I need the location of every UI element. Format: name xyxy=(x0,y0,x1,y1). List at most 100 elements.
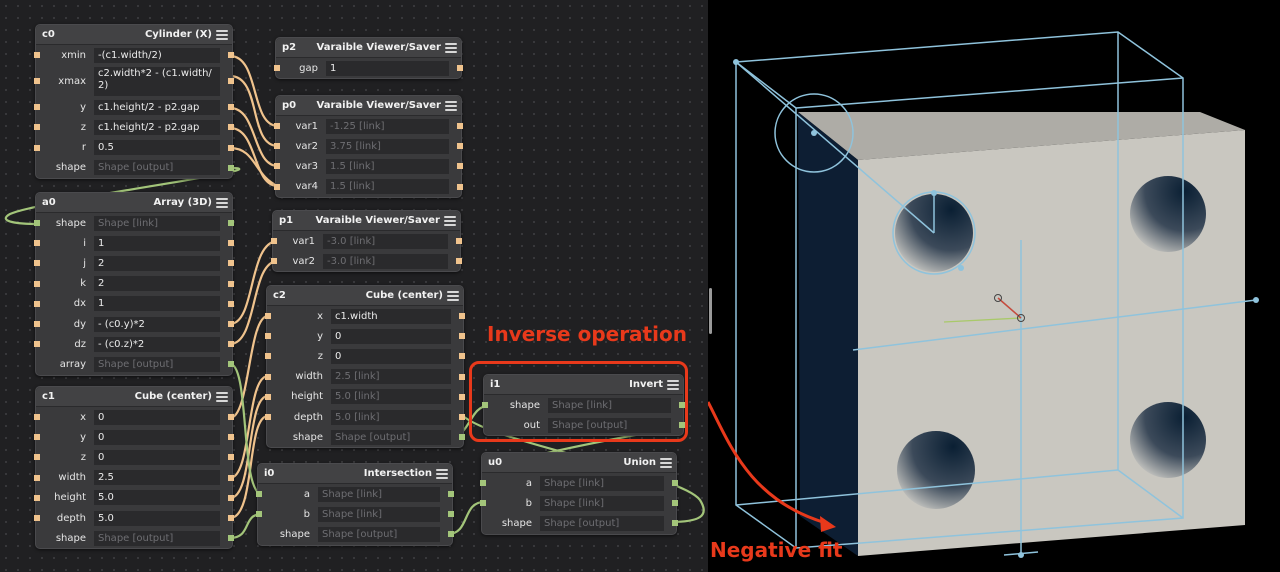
node-menu-icon[interactable] xyxy=(436,468,448,479)
output-port[interactable] xyxy=(228,220,234,227)
output-port[interactable] xyxy=(228,494,234,501)
node-p0-variable-viewer[interactable]: p0 Varaible Viewer/Saver var1 -1.25 [link]… xyxy=(274,95,463,198)
output-port[interactable] xyxy=(448,511,454,518)
input-port[interactable] xyxy=(34,300,40,307)
node-i0-intersection[interactable]: i0 Intersection a Shape [link] b Shape [lin… xyxy=(256,463,454,546)
output-port[interactable] xyxy=(459,434,465,441)
field-value[interactable]: 0 xyxy=(94,409,220,425)
output-port[interactable] xyxy=(228,321,234,328)
input-port[interactable] xyxy=(34,260,40,267)
node-menu-icon[interactable] xyxy=(216,29,228,40)
output-port[interactable] xyxy=(457,183,463,190)
node-menu-icon[interactable] xyxy=(216,197,228,208)
field-value[interactable]: 1 xyxy=(94,296,220,312)
output-port[interactable] xyxy=(459,373,465,380)
field-value[interactable]: c1.height/2 - p2.gap xyxy=(94,99,220,115)
node-a0-array[interactable]: a0 Array (3D) shape Shape [link] i1 j2 k2 … xyxy=(34,192,234,376)
input-port[interactable] xyxy=(34,414,40,421)
3d-viewport[interactable]: Negative fit xyxy=(708,0,1280,572)
input-port[interactable] xyxy=(34,474,40,481)
output-port[interactable] xyxy=(457,123,463,130)
output-port[interactable] xyxy=(459,313,465,320)
input-port[interactable] xyxy=(34,494,40,501)
node-graph-canvas[interactable]: c0 Cylinder (X) xmin -(c1.width/2) xmax c2.… xyxy=(0,0,708,572)
input-port[interactable] xyxy=(34,240,40,247)
node-c1-cube[interactable]: c1 Cube (center) x0 y0 z0 width 2.5 height… xyxy=(34,386,234,550)
field-value[interactable]: - (c0.y)*2 xyxy=(94,316,220,332)
output-port[interactable] xyxy=(457,65,463,72)
input-port[interactable] xyxy=(265,313,271,320)
output-port[interactable] xyxy=(457,143,463,150)
field-value[interactable]: 5.0 xyxy=(94,510,220,526)
field-value[interactable]: c2.width*2 - (c1.width/ 2) xyxy=(94,66,220,96)
output-port[interactable] xyxy=(459,333,465,340)
field-value[interactable]: 2 xyxy=(94,255,220,271)
output-port[interactable] xyxy=(228,434,234,441)
node-p2-variable-viewer[interactable]: p2 Varaible Viewer/Saver gap 1 xyxy=(274,37,463,80)
input-port[interactable] xyxy=(34,515,40,522)
node-menu-icon[interactable] xyxy=(445,42,457,53)
field-value[interactable]: - (c0.z)*2 xyxy=(94,336,220,352)
field-value[interactable]: c1.height/2 - p2.gap xyxy=(94,119,220,135)
field-value[interactable]: 0 xyxy=(331,348,451,364)
output-port[interactable] xyxy=(459,393,465,400)
output-port[interactable] xyxy=(672,480,678,487)
output-port[interactable] xyxy=(448,531,454,538)
output-port[interactable] xyxy=(228,78,234,85)
input-port[interactable] xyxy=(274,143,280,150)
output-port[interactable] xyxy=(228,164,234,171)
input-port[interactable] xyxy=(265,353,271,360)
input-port[interactable] xyxy=(256,511,262,518)
input-port[interactable] xyxy=(34,280,40,287)
node-menu-icon[interactable] xyxy=(660,457,672,468)
field-value[interactable]: 0 xyxy=(94,449,220,465)
input-port[interactable] xyxy=(256,491,262,498)
output-port[interactable] xyxy=(672,520,678,527)
output-port[interactable] xyxy=(228,260,234,267)
node-c2-cube[interactable]: c2 Cube (center) x c1.width y0 z0 width 2.5… xyxy=(265,285,465,449)
output-port[interactable] xyxy=(456,238,462,245)
field-value[interactable]: 2 xyxy=(94,276,220,292)
field-value[interactable]: c1.width xyxy=(331,308,451,324)
input-port[interactable] xyxy=(274,65,280,72)
input-port[interactable] xyxy=(265,414,271,421)
output-port[interactable] xyxy=(459,414,465,421)
field-value[interactable]: 0 xyxy=(331,328,451,344)
output-port[interactable] xyxy=(228,414,234,421)
output-port[interactable] xyxy=(228,515,234,522)
field-value[interactable]: 1 xyxy=(94,235,220,251)
node-p1-variable-viewer[interactable]: p1 Varaible Viewer/Saver var1 -3.0 [link] … xyxy=(271,210,462,273)
node-menu-icon[interactable] xyxy=(445,100,457,111)
input-port[interactable] xyxy=(34,124,40,131)
input-port[interactable] xyxy=(34,341,40,348)
field-value[interactable]: 5.0 xyxy=(94,490,220,506)
node-menu-icon[interactable] xyxy=(447,290,459,301)
field-value[interactable]: 1 xyxy=(326,60,449,76)
output-port[interactable] xyxy=(228,474,234,481)
output-port[interactable] xyxy=(228,104,234,111)
panel-splitter-handle[interactable] xyxy=(709,288,712,334)
input-port[interactable] xyxy=(480,480,486,487)
output-port[interactable] xyxy=(672,500,678,507)
output-port[interactable] xyxy=(228,240,234,247)
output-port[interactable] xyxy=(228,454,234,461)
output-port[interactable] xyxy=(228,52,234,59)
output-port[interactable] xyxy=(228,124,234,131)
field-value[interactable]: 0 xyxy=(94,429,220,445)
output-port[interactable] xyxy=(228,361,234,368)
input-port[interactable] xyxy=(34,434,40,441)
input-port[interactable] xyxy=(265,393,271,400)
output-port[interactable] xyxy=(228,535,234,542)
input-port[interactable] xyxy=(34,220,40,227)
input-port[interactable] xyxy=(34,52,40,59)
input-port[interactable] xyxy=(480,500,486,507)
output-port[interactable] xyxy=(228,341,234,348)
input-port[interactable] xyxy=(274,123,280,130)
input-port[interactable] xyxy=(34,321,40,328)
input-port[interactable] xyxy=(34,454,40,461)
input-port[interactable] xyxy=(271,258,277,265)
node-menu-icon[interactable] xyxy=(444,215,456,226)
input-port[interactable] xyxy=(34,104,40,111)
node-u0-union[interactable]: u0 Union a Shape [link] b Shape [link] shap… xyxy=(480,452,678,535)
output-port[interactable] xyxy=(448,491,454,498)
